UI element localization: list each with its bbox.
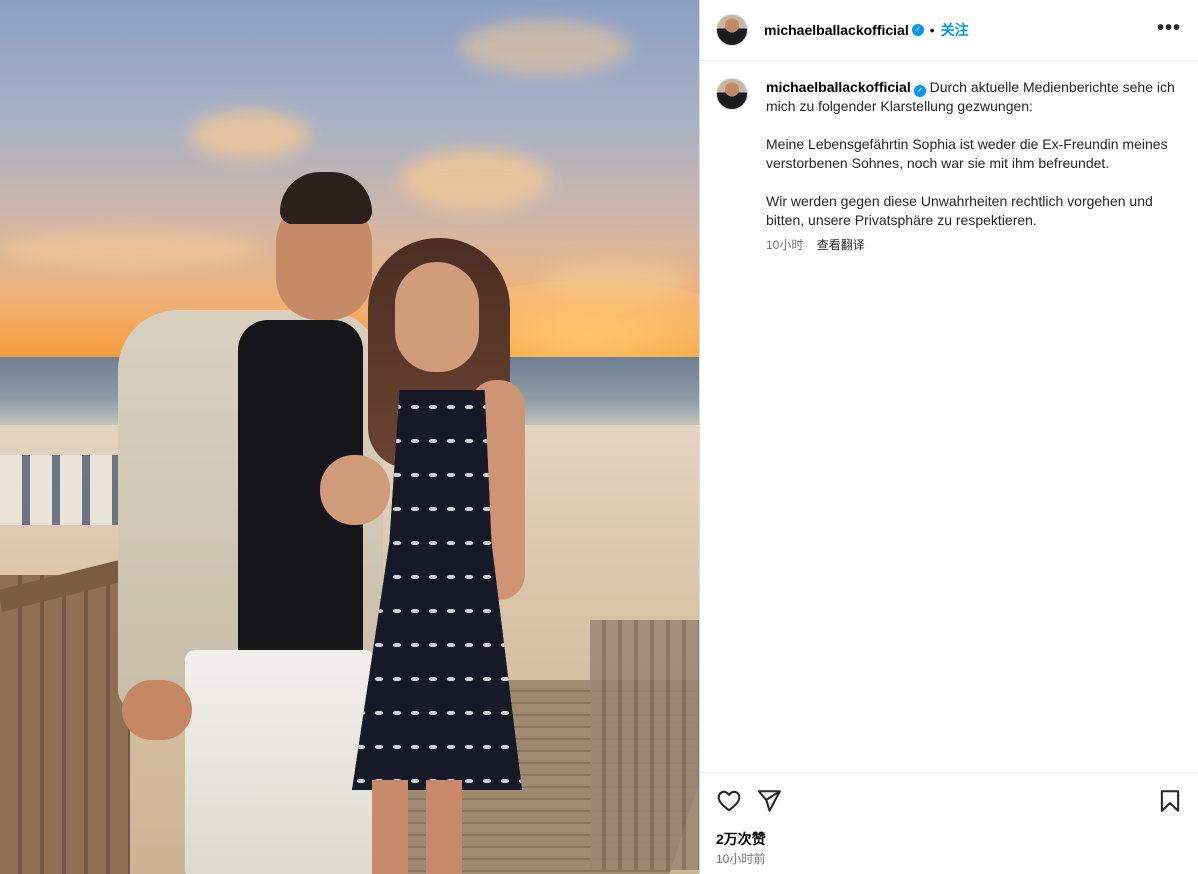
post-side-panel: michaelballackofficial ✓ • 关注 ••• michae… bbox=[699, 0, 1198, 874]
man-hair bbox=[280, 172, 372, 224]
wooden-railing bbox=[590, 620, 699, 870]
sky-cloud bbox=[190, 110, 310, 160]
post-caption: michaelballackofficial ✓ Durch aktuelle M… bbox=[716, 78, 1186, 255]
woman-face bbox=[395, 262, 479, 372]
man-hand bbox=[122, 680, 192, 740]
post-photo[interactable] bbox=[0, 0, 699, 874]
avatar[interactable] bbox=[716, 14, 748, 46]
woman-legs bbox=[372, 780, 462, 874]
post-header: michaelballackofficial ✓ • 关注 ••• bbox=[700, 0, 1198, 61]
verified-badge-icon: ✓ bbox=[911, 24, 924, 36]
caption-body: michaelballackofficial ✓ Durch aktuelle M… bbox=[766, 78, 1176, 255]
woman-hand bbox=[320, 455, 390, 525]
post-timestamp: 10小时前 bbox=[716, 852, 766, 866]
wooden-railing bbox=[0, 575, 130, 874]
avatar[interactable] bbox=[716, 78, 748, 110]
sky-cloud bbox=[460, 20, 630, 75]
caption-username-link[interactable]: michaelballackofficial bbox=[766, 79, 911, 95]
verified-badge-icon: ✓ bbox=[913, 85, 926, 97]
man-pants bbox=[185, 650, 375, 874]
username-link[interactable]: michaelballackofficial bbox=[764, 22, 909, 38]
caption-time: 10小时 bbox=[766, 238, 804, 252]
sky-cloud bbox=[0, 230, 260, 270]
more-options-icon[interactable]: ••• bbox=[1157, 18, 1181, 38]
caption-meta: 10小时 查看翻译 bbox=[766, 236, 1176, 255]
sky-cloud bbox=[400, 150, 550, 210]
caption-text: Durch aktuelle Medienberichte sehe ich m… bbox=[766, 79, 1175, 228]
follow-button[interactable]: 关注 bbox=[941, 20, 969, 40]
paper-plane-icon[interactable] bbox=[756, 788, 782, 814]
heart-icon[interactable] bbox=[716, 788, 742, 814]
post-actions: 2万次赞 10小时前 bbox=[700, 772, 1198, 874]
caption-content: michaelballackofficial ✓ Durch aktuelle M… bbox=[766, 78, 1176, 230]
separator-dot: • bbox=[929, 22, 935, 38]
likes-count[interactable]: 2万次赞 bbox=[716, 829, 766, 849]
action-row bbox=[716, 788, 1183, 814]
bookmark-icon[interactable] bbox=[1157, 788, 1183, 814]
see-translation-button[interactable]: 查看翻译 bbox=[817, 238, 865, 252]
